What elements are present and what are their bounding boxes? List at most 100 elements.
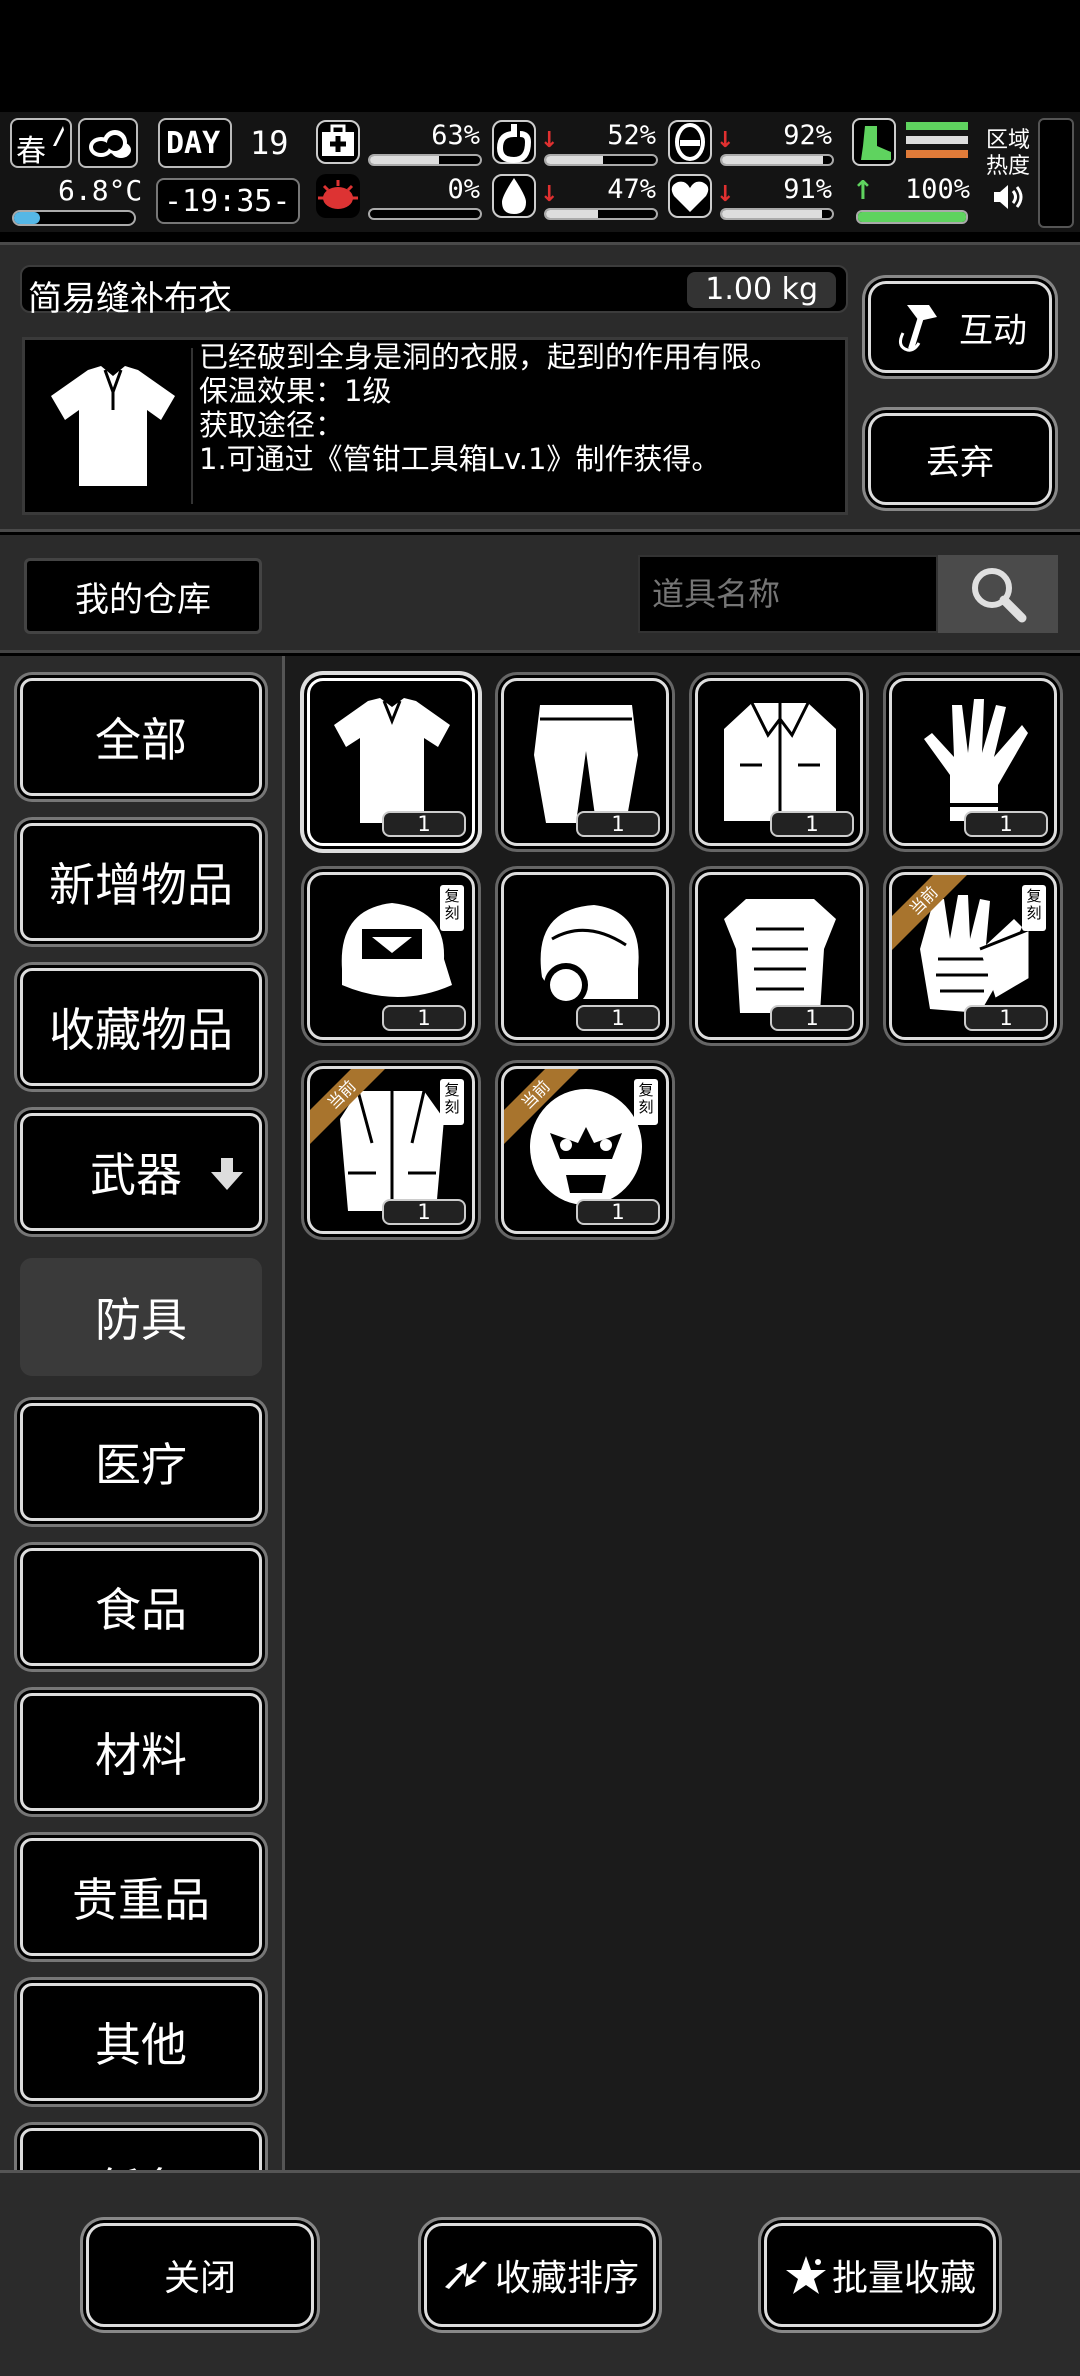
inventory-slot[interactable]: 1 xyxy=(501,678,669,846)
description-line: 获取途径： xyxy=(199,408,345,442)
category-7[interactable]: 材料 xyxy=(20,1693,262,1811)
capsule-icon xyxy=(675,123,705,161)
item-count: 1 xyxy=(770,811,854,837)
item-name: 简易缝补布衣 xyxy=(28,279,232,319)
category-2[interactable]: 收藏物品 xyxy=(20,968,262,1086)
stat-icon-box xyxy=(492,120,536,164)
discard-label: 丢弃 xyxy=(926,442,994,483)
stat-trend-arrow: ↓ xyxy=(540,128,559,153)
search-input[interactable] xyxy=(638,555,938,633)
close-label: 关闭 xyxy=(163,2258,236,2299)
boot-arrow: ↑ xyxy=(852,176,874,206)
item-grid: 1 1 1 1 1 复刻 1 1 1 复刻 当前 1 复刻 当前 1 复刻 当前 xyxy=(282,656,1080,2170)
inventory-slot[interactable]: 1 xyxy=(695,678,863,846)
stat-value: 63% xyxy=(431,120,480,151)
speaker-icon[interactable] xyxy=(992,182,1028,212)
item-count: 1 xyxy=(382,1005,466,1031)
boot-icon xyxy=(861,126,891,160)
category-8[interactable]: 贵重品 xyxy=(20,1838,262,1956)
inventory-slot[interactable]: 1 复刻 当前 xyxy=(307,1066,475,1234)
boot-badge xyxy=(852,118,896,166)
zone-heat-line2: 热度 xyxy=(986,154,1031,179)
stat-mood: ↓ 91% xyxy=(668,174,838,222)
replica-tag: 复刻 xyxy=(440,885,464,931)
search-icon xyxy=(972,568,1027,623)
stat-icon-box xyxy=(668,174,712,218)
boot-bar xyxy=(856,210,968,224)
replica-tag: 复刻 xyxy=(634,1079,658,1125)
sidebar-divider xyxy=(266,656,282,2170)
item-description-box: 已经破到全身是洞的衣服，起到的作用有限。 保温效果：1级 获取途径： 1.可通过… xyxy=(22,337,848,515)
feather-icon xyxy=(53,126,64,146)
inventory-slot[interactable]: 1 xyxy=(307,678,475,846)
clock-time: -19:35- xyxy=(164,184,291,219)
description-line: 已经破到全身是洞的衣服，起到的作用有限。 xyxy=(199,340,780,374)
favorite-sort-button[interactable]: 收藏排序 xyxy=(424,2223,656,2327)
category-label: 贵重品 xyxy=(72,1873,210,1927)
zone-heat[interactable]: 区域 热度 xyxy=(982,122,1038,222)
inventory-slot[interactable]: 1 复刻 当前 xyxy=(501,1066,669,1234)
stat-infection: 0% xyxy=(316,174,486,222)
shirt-icon xyxy=(334,698,450,823)
category-label: 收藏物品 xyxy=(49,1003,233,1057)
boot-stat: ↑ 100% xyxy=(852,118,970,230)
discard-button[interactable]: 丢弃 xyxy=(868,413,1052,505)
batch-favorite-button[interactable]: 批量收藏 xyxy=(764,2223,996,2327)
inventory-slot[interactable]: 1 xyxy=(695,872,863,1040)
close-button[interactable]: 关闭 xyxy=(86,2223,314,2327)
interact-label: 互动 xyxy=(959,310,1027,351)
category-5[interactable]: 医疗 xyxy=(20,1403,262,1521)
stat-bar xyxy=(720,154,834,166)
favorite-sort-label: 收藏排序 xyxy=(494,2258,639,2299)
category-label: 医疗 xyxy=(95,1438,187,1492)
inventory-slot[interactable]: 1 xyxy=(501,872,669,1040)
category-label: 材料 xyxy=(95,1728,187,1782)
interact-button[interactable]: 互动 xyxy=(868,281,1052,373)
inventory-slot[interactable]: 1 复刻 当前 xyxy=(889,872,1057,1040)
stat-bar xyxy=(544,208,658,220)
glove-icon xyxy=(924,699,1028,821)
replica-tag: 复刻 xyxy=(440,1079,464,1125)
stat-thirst: ↓ 47% xyxy=(492,174,662,222)
item-count: 1 xyxy=(964,811,1048,837)
item-weight: 1.00 kg xyxy=(687,272,836,308)
category-10[interactable]: 任务 xyxy=(20,2128,262,2170)
stat-bar xyxy=(720,208,834,220)
day-label: DAY xyxy=(166,126,221,161)
item-description: 已经破到全身是洞的衣服，起到的作用有限。 保温效果：1级 获取途径： 1.可通过… xyxy=(199,340,839,476)
inventory-slot[interactable]: 1 xyxy=(889,678,1057,846)
category-label: 食品 xyxy=(95,1583,187,1637)
category-4[interactable]: 防具 xyxy=(3,1249,282,1391)
category-label: 防具 xyxy=(95,1293,187,1347)
hand-axe-icon xyxy=(898,305,937,352)
batch-favorite-label: 批量收藏 xyxy=(831,2258,976,2299)
star-icon xyxy=(785,2256,826,2294)
cloud-icon xyxy=(89,130,131,158)
category-1[interactable]: 新增物品 xyxy=(20,823,262,941)
item-count: 1 xyxy=(576,1199,660,1225)
boot-value: 100% xyxy=(904,174,970,205)
item-title-bar: 简易缝补布衣 1.00 kg xyxy=(20,265,848,319)
boot-stripes xyxy=(906,122,968,164)
category-6[interactable]: 食品 xyxy=(20,1548,262,1666)
stat-trend-arrow: ↓ xyxy=(716,182,735,207)
stat-value: 47% xyxy=(607,174,656,205)
stat-icon-box xyxy=(668,120,712,164)
category-3[interactable]: 武器 xyxy=(20,1113,262,1231)
stat-trend-arrow: ↓ xyxy=(716,128,735,153)
item-thumbnail xyxy=(33,348,193,504)
search-button[interactable] xyxy=(938,555,1058,633)
jacket-icon xyxy=(724,702,836,821)
category-label: 其他 xyxy=(95,2018,187,2072)
inventory-slot[interactable]: 1 复刻 xyxy=(307,872,475,1040)
item-count: 1 xyxy=(576,811,660,837)
replica-tag: 复刻 xyxy=(1022,885,1046,931)
item-count: 1 xyxy=(382,1199,466,1225)
category-9[interactable]: 其他 xyxy=(20,1983,262,2101)
stat-bar xyxy=(544,154,658,166)
category-0[interactable]: 全部 xyxy=(20,678,262,796)
stat-stamina: ↓ 92% xyxy=(668,120,838,168)
my-storage-tab[interactable]: 我的仓库 xyxy=(24,558,262,634)
storage-header: 我的仓库 xyxy=(0,535,1080,653)
first-aid-icon xyxy=(322,124,354,156)
